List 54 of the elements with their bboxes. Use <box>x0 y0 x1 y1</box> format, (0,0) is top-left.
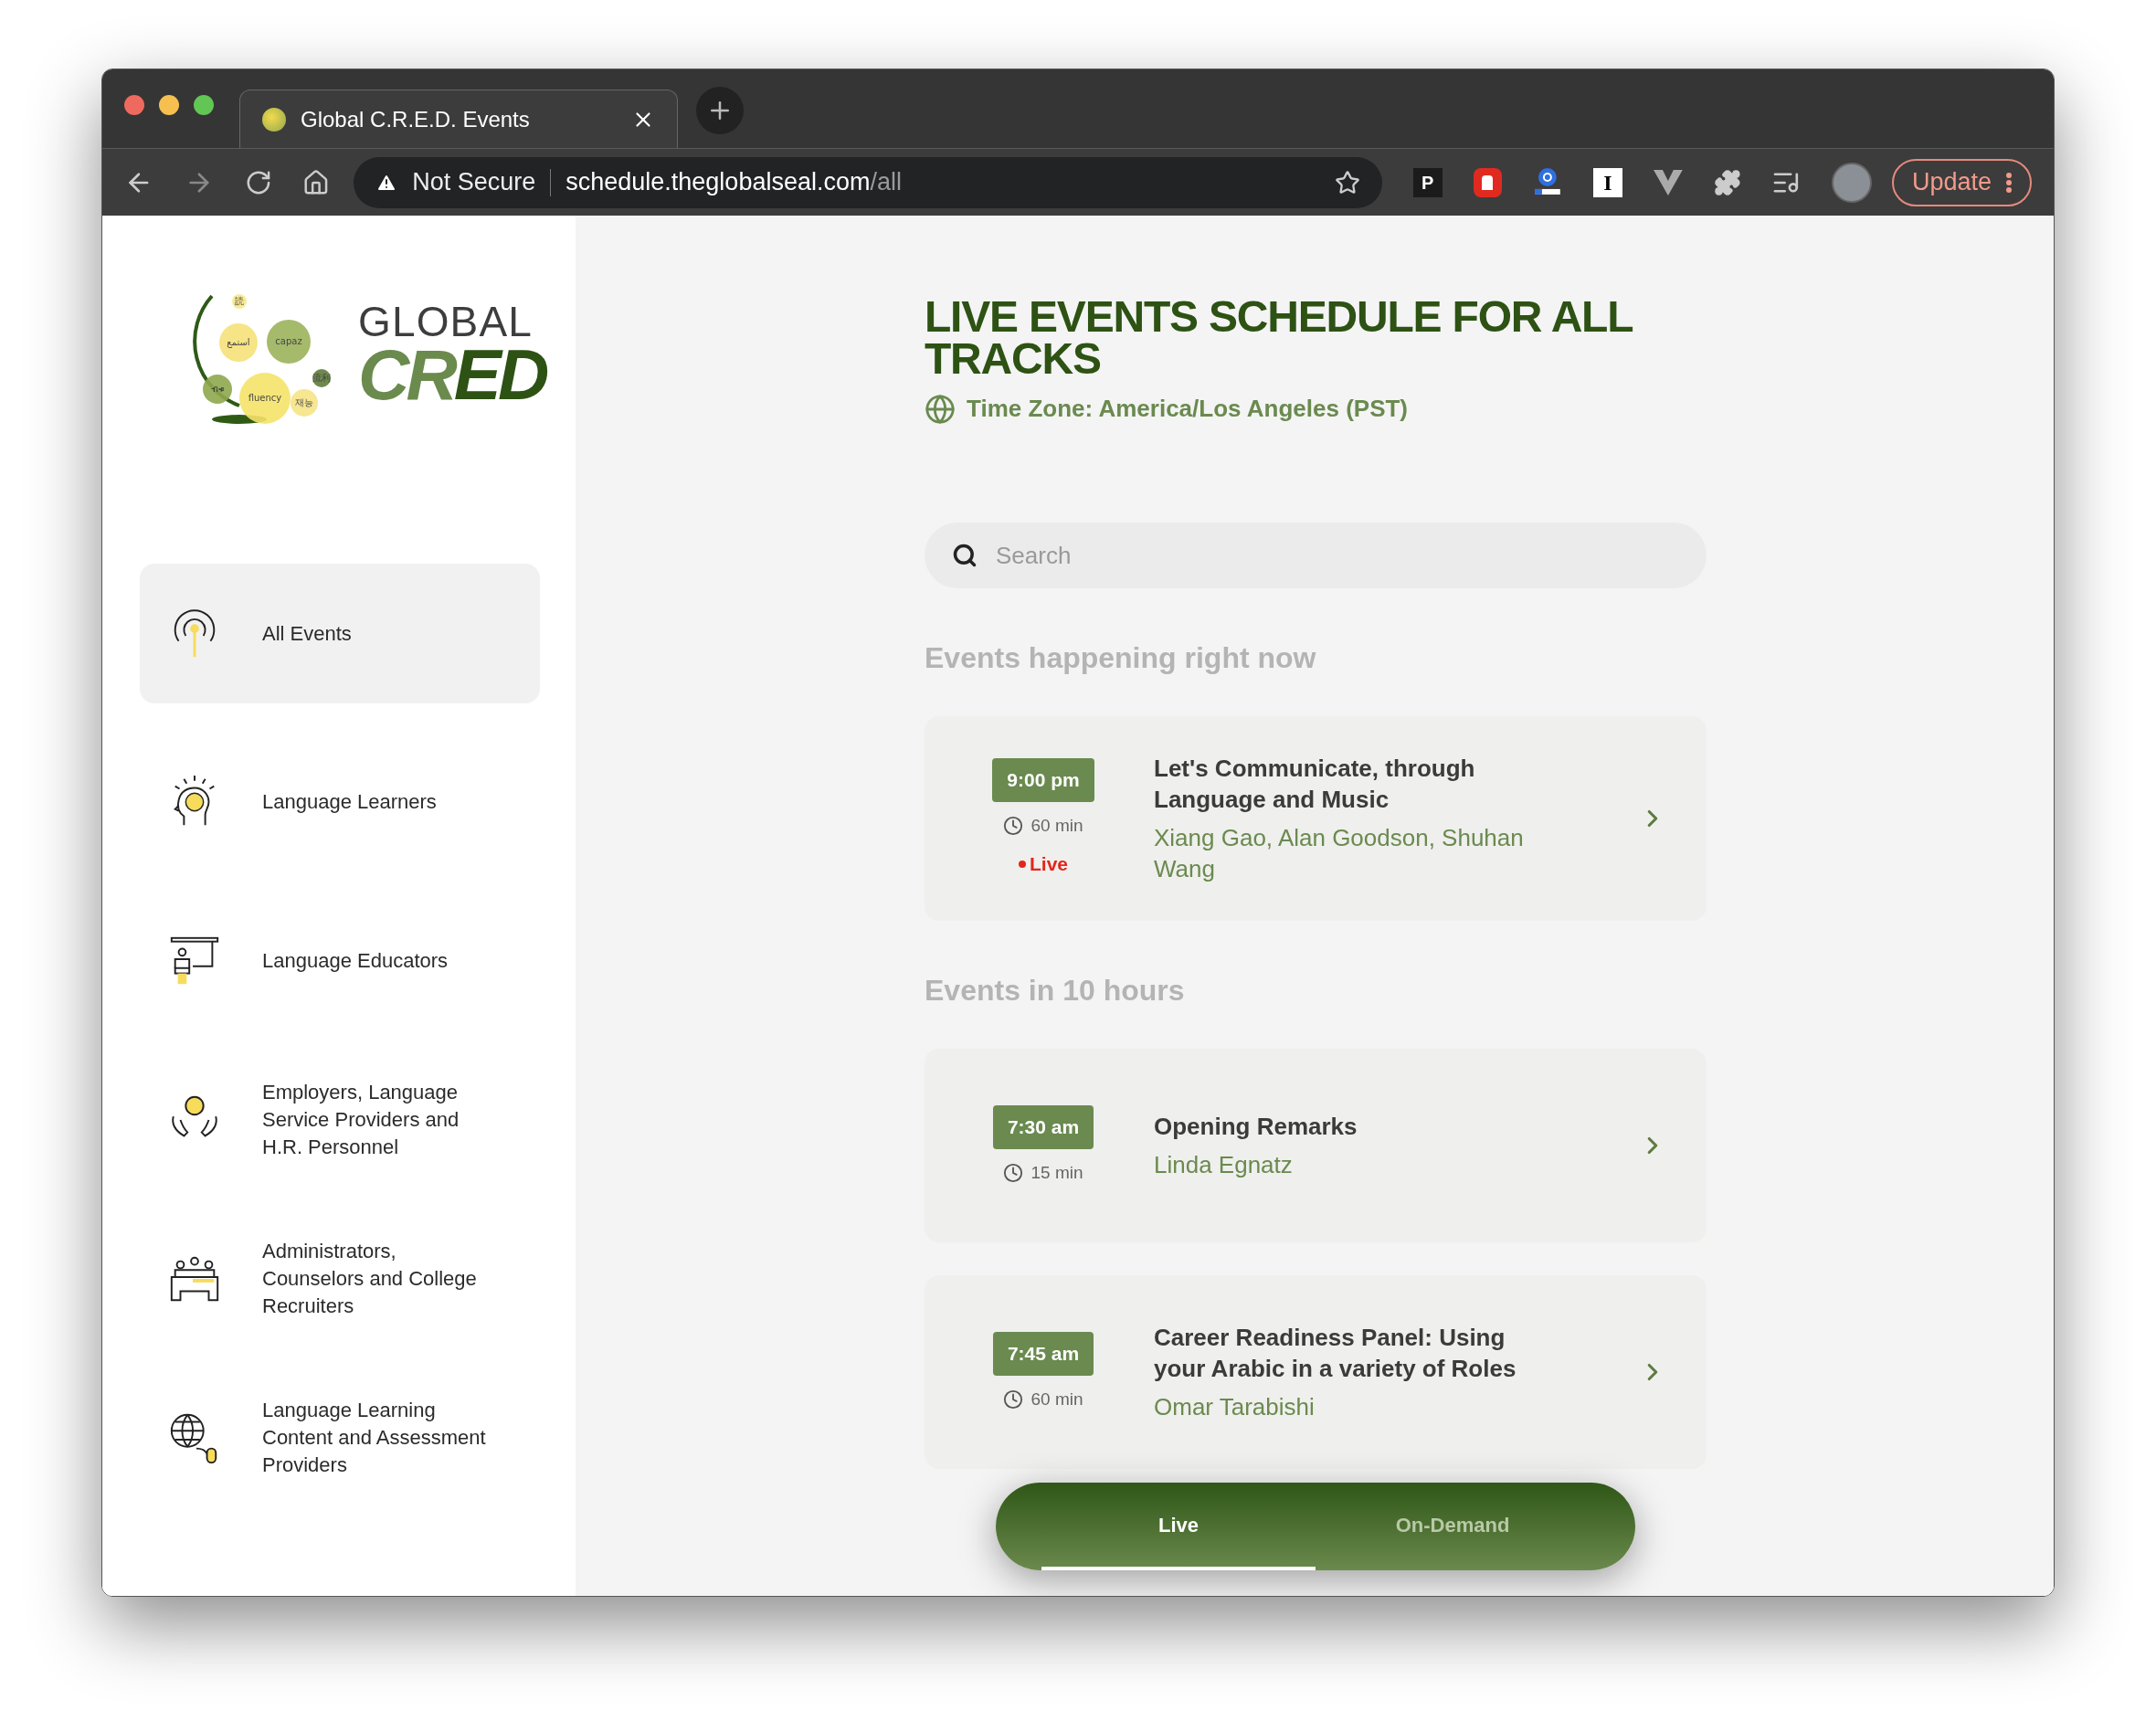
event-card[interactable]: 7:30 am 15 min Opening Remarks Linda Egnatz <box>925 1049 1707 1242</box>
more-menu-icon <box>2006 172 2012 193</box>
clock-icon <box>1003 1162 1024 1183</box>
logo-bubble: 流利 <box>312 369 331 387</box>
event-title: Career Readiness Panel: Using your Arabic in a variety of Roles <box>1154 1323 1517 1384</box>
browser-tab[interactable]: Global C.R.E.D. Events <box>239 90 678 148</box>
tab-title: Global C.R.E.D. Events <box>301 105 531 133</box>
update-button[interactable]: Update <box>1891 158 2032 206</box>
logo-bubble: 読 <box>232 294 247 309</box>
logo-bubble: fluency <box>239 373 291 424</box>
nav-item[interactable]: All Events <box>140 564 540 703</box>
profile-avatar[interactable] <box>1832 162 1872 203</box>
timezone-label: Time Zone: America/Los Angeles (PST) <box>967 394 1409 424</box>
security-label: Not Secure <box>412 167 536 198</box>
logo-bubble: capaz <box>267 320 311 364</box>
favicon-icon <box>262 107 286 132</box>
logo-bubble: ብቁ <box>203 375 232 404</box>
event-speakers: Omar Tarabishi <box>1154 1392 1316 1422</box>
search-field[interactable]: Search <box>925 523 1707 588</box>
event-title: Opening Remarks <box>1154 1112 1358 1142</box>
page-title: LIVE EVENTS SCHEDULE FOR ALL TRACKS <box>925 296 1633 380</box>
time-badge: 9:00 pm <box>992 758 1094 802</box>
event-card[interactable]: 7:45 am 60 min Career Readiness Panel: Using your Arabic in a variety of Roles Omar Tarabishi <box>925 1275 1707 1469</box>
section-heading: Events in 10 hours <box>925 973 1186 1009</box>
extensions-puzzle-icon[interactable] <box>1713 168 1741 196</box>
event-title: Let's Communicate, through Language and Music <box>1154 754 1476 815</box>
close-window-icon[interactable] <box>124 95 144 115</box>
logo-bubble: 재능 <box>291 389 318 417</box>
v-extension-icon[interactable] <box>1653 169 1683 195</box>
event-speakers: Linda Egnatz <box>1154 1150 1294 1180</box>
event-speakers: Xiang Gao, Alan Goodson, Shuhan Wang <box>1154 823 1525 884</box>
section-heading: Events happening right now <box>925 640 1317 676</box>
search-icon <box>952 543 978 568</box>
zoom-window-icon[interactable] <box>194 95 214 115</box>
duration: 15 min <box>1030 1161 1083 1184</box>
minimize-window-icon[interactable] <box>159 95 179 115</box>
logo-bubble: استمع <box>219 323 258 362</box>
hand-stop-icon[interactable] <box>1473 167 1503 197</box>
time-badge: 7:45 am <box>992 1332 1094 1376</box>
new-tab-button[interactable] <box>696 87 744 134</box>
address-bar[interactable]: Not Secure schedule.theglobalseal.com/all <box>354 156 1382 208</box>
extension-p-icon[interactable]: P <box>1412 167 1443 197</box>
duration: 60 min <box>1030 814 1083 837</box>
live-status: Live <box>1030 852 1068 877</box>
time-badge: 7:30 am <box>992 1105 1094 1149</box>
view-tab[interactable]: Live <box>1041 1483 1316 1570</box>
url-text: schedule.theglobalseal.com/all <box>565 167 902 198</box>
globe-icon <box>925 393 956 425</box>
event-card[interactable]: 9:00 pm 60 min Live Let's Communicate, through Language and Music Xiang Gao, Alan Goodson, Shuhan Wang <box>925 716 1707 921</box>
bookmark-star-icon[interactable] <box>1334 169 1360 195</box>
clock-icon <box>1003 816 1024 836</box>
duration: 60 min <box>1030 1388 1083 1410</box>
clock-icon <box>1003 1389 1024 1410</box>
extension-i-icon[interactable]: I <box>1593 167 1622 197</box>
